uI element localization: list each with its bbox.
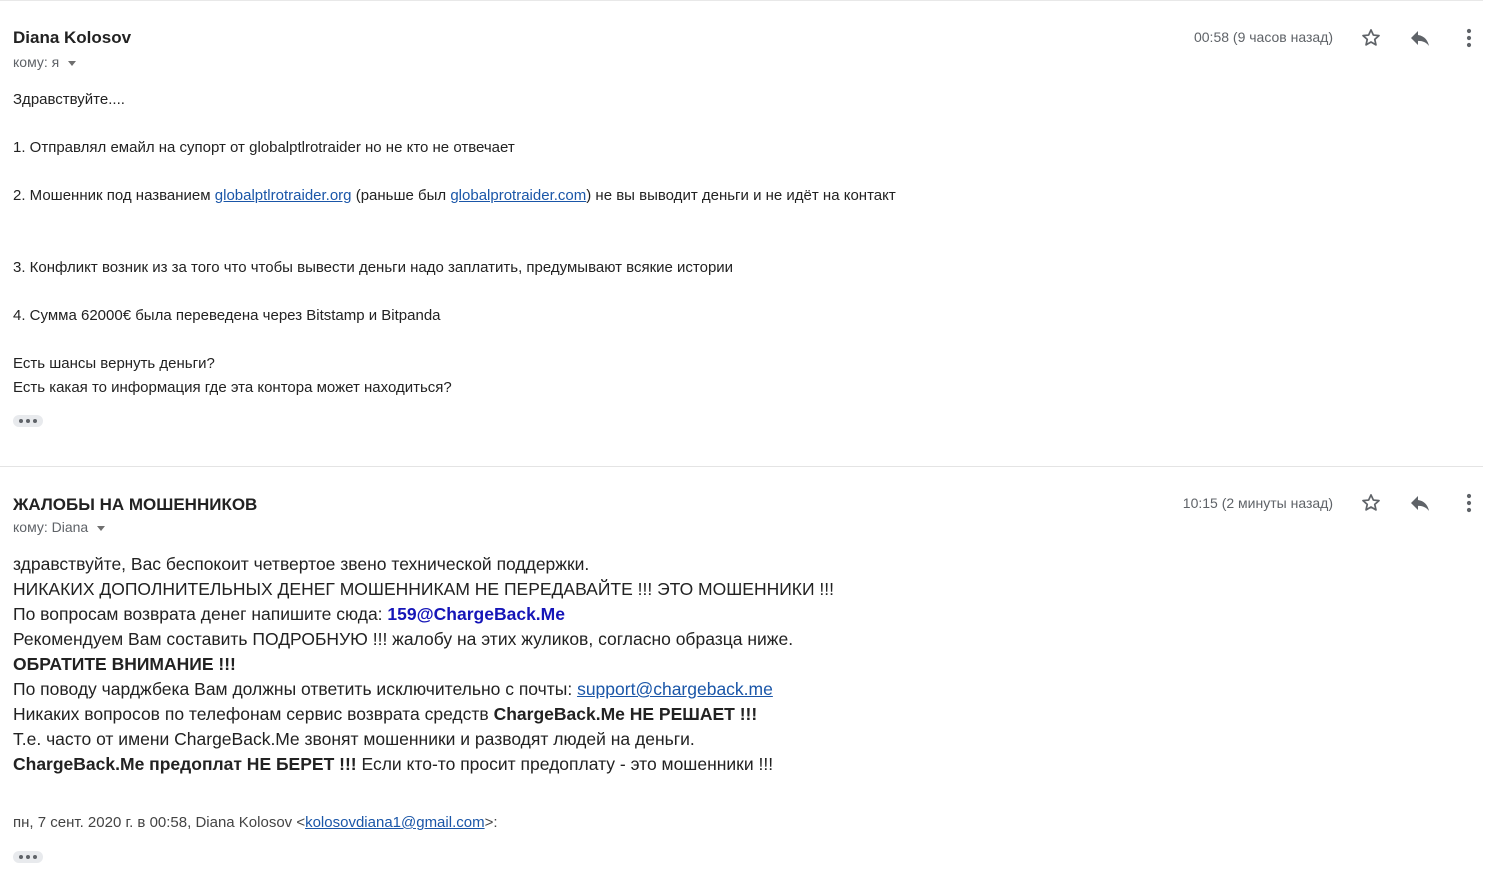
message-body: здравствуйте, Вас беспокоит четвертое зв… — [13, 552, 834, 777]
show-trimmed-content-button[interactable] — [13, 851, 43, 863]
reply-icon — [1411, 31, 1429, 46]
email-message-1: Diana Kolosov кому: я 00:58 (9 часов наз… — [0, 0, 1483, 467]
body-line-8: Т.е. часто от имени ChargeBack.Me звонят… — [13, 729, 695, 749]
body-line-6: По поводу чарджбека Вам должны ответить … — [13, 679, 773, 699]
body-line-7: Никаких вопросов по телефонам сервис воз… — [13, 704, 758, 724]
email-message-2: ЖАЛОБЫ НА МОШЕННИКОВ кому: Diana 10:15 (… — [0, 467, 1483, 881]
chevron-down-icon[interactable] — [68, 60, 77, 66]
sender-name[interactable]: Diana Kolosov — [13, 28, 131, 48]
paragraph-3: 3. Конфликт возник из за того что чтобы … — [13, 259, 734, 276]
recipient-details-toggle[interactable]: кому: Diana — [13, 519, 106, 535]
ellipsis-icon — [19, 419, 23, 423]
paragraph-4: 4. Сумма 62000€ была переведена через Bi… — [13, 307, 441, 324]
more-options-button[interactable] — [1454, 23, 1484, 53]
star-button[interactable] — [1356, 488, 1386, 518]
star-button[interactable] — [1356, 23, 1386, 53]
question-1: Есть шансы вернуть деньги? — [13, 355, 215, 372]
body-line-2: НИКАКИХ ДОПОЛНИТЕЛЬНЫХ ДЕНЕГ МОШЕННИКАМ … — [13, 579, 835, 599]
greeting-text: Здравствуйте.... — [13, 91, 125, 108]
reply-icon — [1411, 496, 1429, 511]
more-vert-icon — [1466, 493, 1472, 513]
message-timestamp: 10:15 (2 минуты назад) — [1182, 495, 1333, 511]
ellipsis-icon — [19, 855, 23, 859]
star-icon — [1362, 494, 1380, 511]
reply-button[interactable] — [1405, 488, 1435, 518]
show-trimmed-content-button[interactable] — [13, 415, 43, 427]
scam-site-link-1[interactable]: globalptlrotraider.org — [215, 187, 352, 204]
more-options-button[interactable] — [1454, 488, 1484, 518]
recipient-label: кому: я — [13, 54, 60, 70]
quote-attribution: пн, 7 сент. 2020 г. в 00:58, Diana Kolos… — [13, 814, 498, 831]
message-body: Здравствуйте.... 1. Отправлял емайл на с… — [13, 88, 896, 400]
star-icon — [1362, 29, 1380, 46]
sender-name[interactable]: ЖАЛОБЫ НА МОШЕННИКОВ — [13, 495, 257, 515]
contact-email[interactable]: 159@ChargeBack.Me — [387, 604, 565, 624]
paragraph-1: 1. Отправлял емайл на супорт от globalpt… — [13, 139, 515, 156]
question-2: Есть какая то информация где эта контора… — [13, 379, 452, 396]
paragraph-2: 2. Мошенник под названием globalptlrotra… — [13, 187, 896, 204]
reply-button[interactable] — [1405, 23, 1435, 53]
recipient-details-toggle[interactable]: кому: я — [13, 54, 77, 70]
recipient-label: кому: Diana — [13, 519, 89, 535]
scam-site-link-2[interactable]: globalprotraider.com — [450, 187, 586, 204]
body-line-3: По вопросам возврата денег напишите сюда… — [13, 604, 565, 624]
support-email-link[interactable]: support@chargeback.me — [577, 679, 773, 699]
more-vert-icon — [1466, 28, 1472, 48]
quoted-sender-email-link[interactable]: kolosovdiana1@gmail.com — [305, 814, 484, 831]
body-line-5: ОБРАТИТЕ ВНИМАНИЕ !!! — [13, 654, 236, 674]
body-line-4: Рекомендуем Вам составить ПОДРОБНУЮ !!! … — [13, 629, 794, 649]
body-line-9: ChargeBack.Me предоплат НЕ БЕРЕТ !!! Есл… — [13, 754, 774, 774]
body-line-1: здравствуйте, Вас беспокоит четвертое зв… — [13, 554, 590, 574]
message-timestamp: 00:58 (9 часов назад) — [1193, 29, 1333, 45]
chevron-down-icon[interactable] — [97, 525, 106, 531]
